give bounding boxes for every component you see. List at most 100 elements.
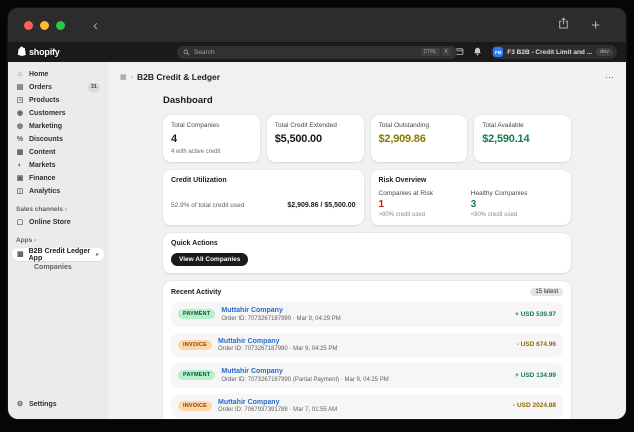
bell-icon[interactable] xyxy=(473,43,482,61)
ctrl-key: CTRL xyxy=(420,47,440,57)
stat-title: Total Credit Extended xyxy=(274,122,337,129)
sidebar-item-settings[interactable]: ⚙ Settings xyxy=(8,398,108,411)
analytics-icon: ◫ xyxy=(16,188,24,195)
finance-icon: ▣ xyxy=(16,175,24,182)
activity-detail: Order ID: 7073267187990 · Mar 9, 04:29 P… xyxy=(221,315,341,322)
activity-row[interactable]: PAYMENT Muttahir Company Order ID: 70732… xyxy=(171,302,563,327)
page-breadcrumb-title: B2B Credit & Ledger xyxy=(136,72,221,82)
risk-overview-card: Risk Overview Companies at Risk 1 >80% c… xyxy=(370,170,571,225)
sidebar-item-content[interactable]: ▦ Content xyxy=(8,146,108,159)
stat-value: 4 xyxy=(171,133,177,145)
risk-label: Companies at Risk xyxy=(378,190,434,197)
section-sales-channels[interactable]: Sales channels › xyxy=(8,198,108,216)
recent-activity-card: Recent Activity 15 latest PAYMENT Muttah… xyxy=(163,281,571,419)
section-label: Apps xyxy=(16,237,33,244)
sidebar-item-home[interactable]: ⌂ Home xyxy=(8,68,108,81)
activity-amount: + USD 539.97 xyxy=(514,310,556,318)
stat-card-credit-extended: Total Credit Extended $5,500.00 xyxy=(266,115,364,162)
company-link[interactable]: Muttahir Company xyxy=(221,368,388,375)
risk-col-healthy: Healthy Companies 3 <80% credit used xyxy=(471,190,563,218)
app-grid-icon: ▦ xyxy=(120,74,127,81)
activity-row[interactable]: PAYMENT Muttahir Company Order ID: 70732… xyxy=(171,363,563,388)
stat-value: $5,500.00 xyxy=(274,133,322,145)
activity-amount: - USD 2024.88 xyxy=(513,402,556,410)
search-shortcut: CTRL K xyxy=(420,47,451,57)
sidebar-item-markets[interactable]: ◐ Markets xyxy=(8,159,108,172)
activity-detail: Order ID: 7073267187990 · Mar 9, 04:25 P… xyxy=(218,346,338,352)
chevron-right-icon: › xyxy=(64,206,67,213)
env-badge: dev xyxy=(596,48,613,56)
card-title: Risk Overview xyxy=(378,177,427,184)
back-chevron-icon[interactable]: ‹ xyxy=(93,18,98,33)
stat-card-available: Total Available $2,590.14 xyxy=(474,115,571,162)
app-window: ‹ + shopify Search CTRL K FM F3 B2B - Cr… xyxy=(8,8,626,419)
avatar: FM xyxy=(493,47,504,57)
sidebar-item-products[interactable]: ◳ Products xyxy=(8,94,108,107)
sidebar-item-finance[interactable]: ▣ Finance xyxy=(8,172,108,185)
sidebar-item-customers[interactable]: ◉ Customers xyxy=(8,107,108,120)
sidebar-item-label: B2B Credit Ledger App xyxy=(28,247,91,262)
home-icon: ⌂ xyxy=(17,71,23,78)
sidebar-item-companies[interactable]: Companies xyxy=(8,261,108,274)
brand-name: shopify xyxy=(29,47,60,57)
risk-value: 1 xyxy=(378,199,385,210)
activity-row[interactable]: INVOICE Muttahir Company Order ID: 70679… xyxy=(171,393,563,418)
sidebar-item-marketing[interactable]: ◍ Marketing xyxy=(8,120,108,133)
stat-subtext: 4 with active credit xyxy=(171,149,221,155)
activity-detail: Order ID: 7067937391788 · Mar 7, 01:55 A… xyxy=(218,407,338,413)
risk-caption: <80% credit used xyxy=(470,212,518,218)
shopify-logo[interactable]: shopify xyxy=(17,43,60,61)
utilization-percent-text: 52.9% of total credit used xyxy=(171,202,245,209)
card-title: Credit Utilization xyxy=(171,177,227,184)
stat-value: $2,590.14 xyxy=(482,133,530,145)
sidebar-item-online-store[interactable]: ▢ Online Store xyxy=(8,216,108,229)
sidebar-item-label: Finance xyxy=(29,175,56,182)
discounts-icon: % xyxy=(16,136,24,143)
orders-count-badge: 31 xyxy=(87,83,100,92)
content-icon: ▦ xyxy=(16,149,24,156)
sidebar-item-label: Online Store xyxy=(29,219,71,226)
stat-title: Total Companies xyxy=(171,122,220,129)
minimize-window-button[interactable] xyxy=(40,20,49,30)
overflow-menu-icon[interactable]: ⋯ xyxy=(605,72,614,82)
card-title: Quick Actions xyxy=(171,240,218,247)
window-controls xyxy=(24,20,65,30)
breadcrumb: ▦ › B2B Credit & Ledger ⋯ xyxy=(108,62,626,84)
activity-amount: + USD 134.99 xyxy=(514,371,556,379)
payment-badge: PAYMENT xyxy=(178,370,216,381)
view-all-companies-button[interactable]: View All Companies xyxy=(171,253,249,266)
company-link[interactable]: Muttahir Company xyxy=(218,399,337,406)
share-icon[interactable] xyxy=(558,16,569,34)
chevron-right-icon: › xyxy=(130,73,133,81)
k-key: K xyxy=(441,47,451,57)
payment-badge: PAYMENT xyxy=(178,309,216,320)
stat-title: Total Outstanding xyxy=(378,122,430,129)
search-input[interactable]: Search CTRL K xyxy=(177,45,457,59)
company-link[interactable]: Muttahir Company xyxy=(218,338,337,345)
risk-col-at-risk: Companies at Risk 1 >80% credit used xyxy=(379,190,471,218)
sidebar-item-discounts[interactable]: % Discounts xyxy=(8,133,108,146)
activity-count-badge: 15 latest xyxy=(530,288,563,296)
section-apps[interactable]: Apps › xyxy=(8,229,108,247)
sidebar-item-b2b-app[interactable]: ▩ B2B Credit Ledger App ▸ xyxy=(12,247,104,262)
invoice-badge: INVOICE xyxy=(178,339,213,350)
marketing-icon: ◍ xyxy=(16,123,24,130)
close-window-button[interactable] xyxy=(24,20,33,30)
sidebar-item-label: Content xyxy=(29,149,56,156)
caret-right-icon: ▸ xyxy=(95,252,99,258)
sidebar-item-orders[interactable]: ▤ Orders 31 xyxy=(8,81,108,94)
activity-row[interactable]: INVOICE Muttahir Company Order ID: 70732… xyxy=(171,332,563,357)
store-switcher[interactable]: FM F3 B2B - Credit Limit and ... dev xyxy=(491,45,617,59)
store-name: F3 B2B - Credit Limit and ... xyxy=(507,48,593,56)
maximize-window-button[interactable] xyxy=(56,20,65,30)
stat-card-total-companies: Total Companies 4 4 with active credit xyxy=(163,115,260,162)
sidebar-item-analytics[interactable]: ◫ Analytics xyxy=(8,185,108,198)
card-title: Recent Activity xyxy=(171,288,222,296)
sidebar-item-label: Discounts xyxy=(29,136,63,143)
sidebar-item-label: Customers xyxy=(29,110,66,117)
new-tab-icon[interactable]: + xyxy=(591,18,600,33)
sidebar-item-label: Marketing xyxy=(29,123,63,130)
chevron-right-icon: › xyxy=(34,237,37,244)
products-icon: ◳ xyxy=(16,97,24,104)
company-link[interactable]: Muttahir Company xyxy=(221,307,340,314)
